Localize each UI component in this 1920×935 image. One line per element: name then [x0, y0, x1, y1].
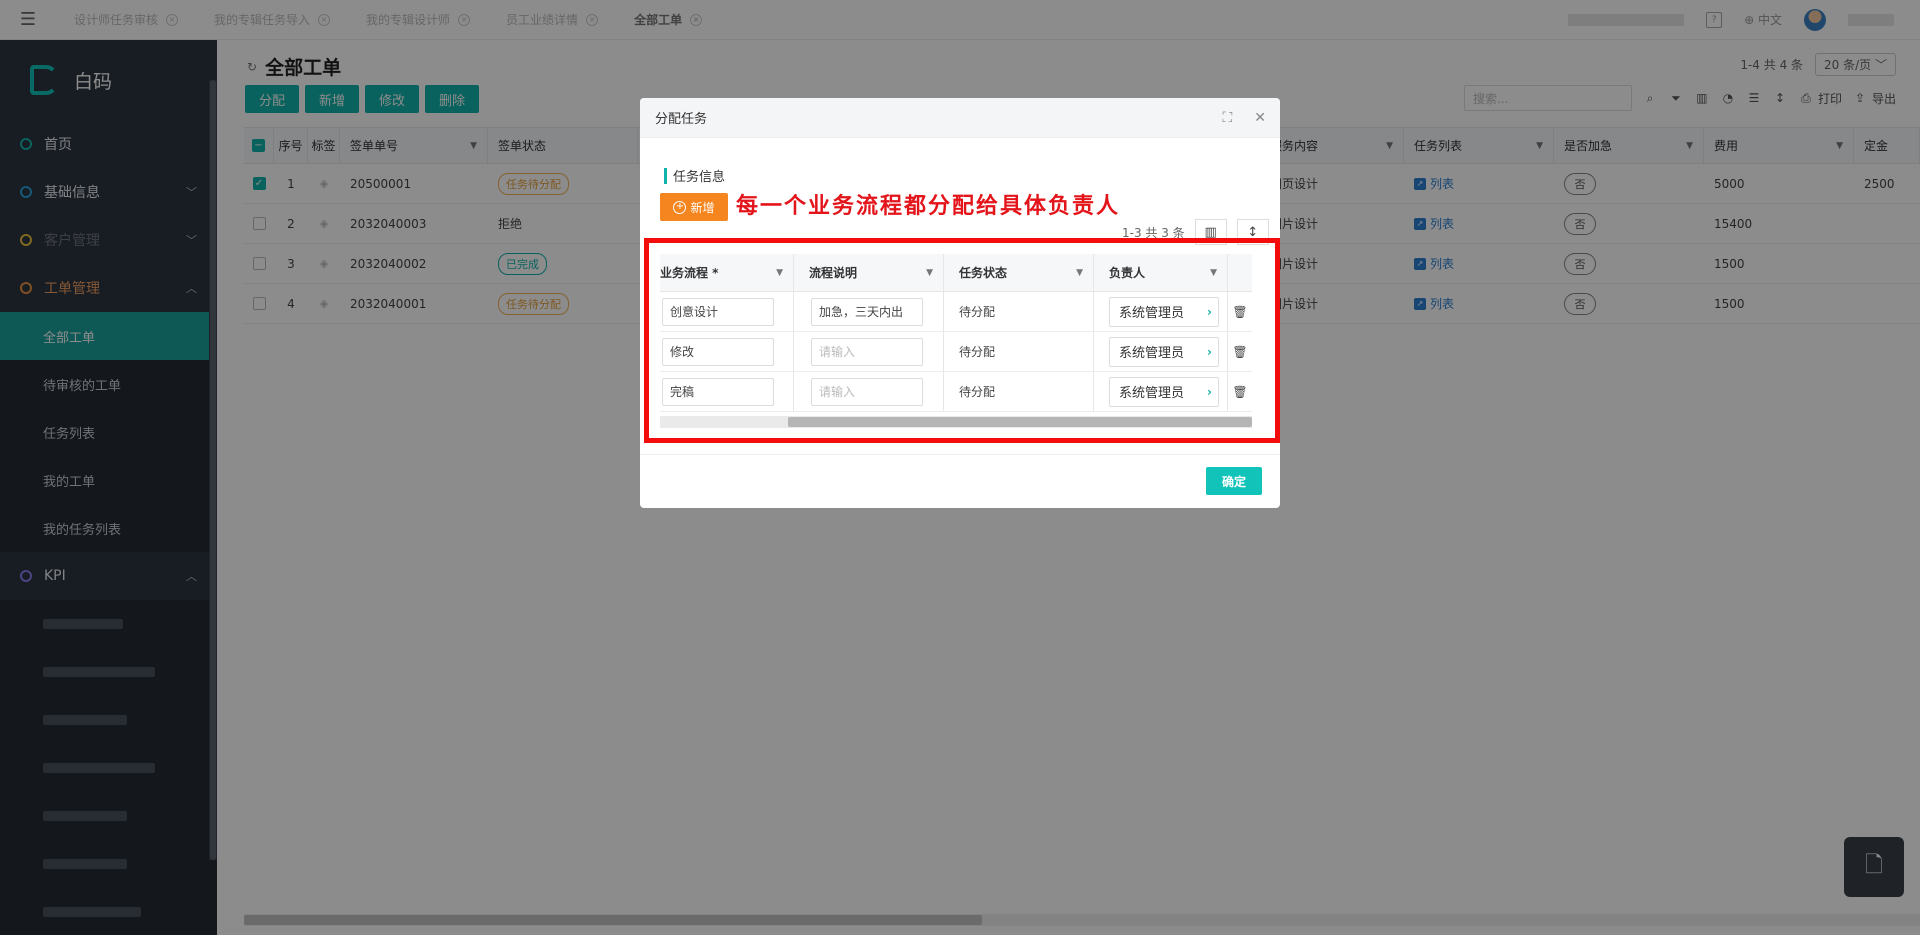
plus-circle-icon: + — [673, 200, 687, 214]
close-icon[interactable]: ✕ — [1254, 110, 1266, 126]
section-accent-bar — [664, 167, 667, 184]
highlight-frame — [644, 238, 1280, 443]
confirm-button[interactable]: 确定 — [1206, 467, 1262, 495]
add-row-button[interactable]: + 新增 — [660, 193, 728, 221]
section-title-text: 任务信息 — [673, 170, 726, 185]
dialog-header-icons: ⛶ ✕ — [1222, 110, 1266, 126]
assign-task-dialog: 分配任务 ⛶ ✕ 任务信息 + 新增 每一个业务流程都分配给具体负责人 1-3 … — [640, 98, 1280, 508]
dialog-title: 分配任务 — [655, 112, 708, 127]
maximize-icon[interactable]: ⛶ — [1222, 110, 1232, 126]
add-row-label: 新增 — [690, 200, 715, 215]
section-title: 任务信息 — [664, 166, 725, 185]
dialog-header: 分配任务 ⛶ ✕ — [640, 98, 1280, 138]
annotation-text: 每一个业务流程都分配给具体负责人 — [736, 193, 1121, 219]
dialog-footer: 确定 — [640, 454, 1280, 508]
